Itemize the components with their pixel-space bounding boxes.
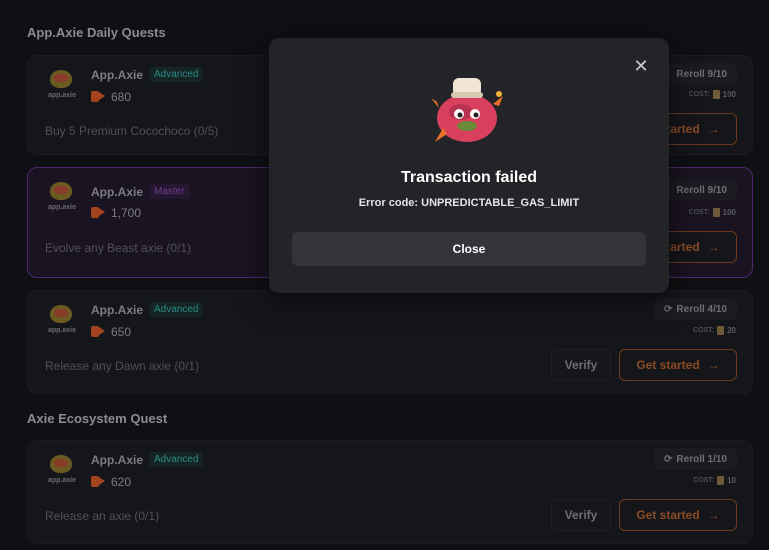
tier-badge: Advanced: [149, 302, 204, 317]
modal-title: Transaction failed: [400, 169, 538, 186]
arrow-right-icon: →: [707, 358, 720, 372]
verify-button[interactable]: Verify: [551, 499, 611, 531]
app-axie-logo: app.axie: [46, 178, 76, 218]
quest-task: Release any Dawn axie (0/1): [45, 359, 200, 373]
tier-badge: Master: [149, 184, 190, 199]
refresh-icon: ⟳: [664, 453, 673, 465]
coin-icon: [712, 90, 720, 99]
app-axie-logo: app.axie: [46, 66, 76, 106]
reroll-cost: COST: 20: [693, 326, 736, 335]
arrow-right-icon: →: [707, 122, 720, 136]
transaction-failed-modal: ✕ Transaction failed Error code: UNPREDI…: [269, 38, 669, 293]
points-icon: [91, 326, 105, 337]
quest-points: 680: [111, 90, 132, 104]
quest-app-name: App.Axie: [91, 185, 144, 199]
points-icon: [91, 91, 105, 102]
close-icon[interactable]: ✕: [633, 57, 649, 75]
points-icon: [91, 207, 105, 218]
quest-task: Buy 5 Premium Cocochoco (0/5): [45, 124, 219, 138]
app-axie-logo: app.axie: [46, 301, 76, 341]
reroll-button[interactable]: Reroll 9/10: [666, 63, 737, 85]
quest-app-name: App.Axie: [91, 453, 144, 467]
tier-badge: Advanced: [149, 67, 204, 82]
quest-card: app.axie App.Axie Advanced 620 Release a…: [27, 440, 753, 544]
reroll-cost: COST: 10: [693, 476, 736, 485]
reroll-cost: COST: 100: [688, 208, 736, 217]
get-started-button[interactable]: Get started→: [619, 349, 737, 381]
coin-icon: [717, 476, 725, 485]
refresh-icon: ⟳: [664, 303, 673, 315]
quest-points: 1,700: [111, 206, 142, 220]
axie-mascot-image: [431, 78, 503, 142]
quest-points: 620: [111, 475, 132, 489]
coin-icon: [717, 326, 725, 335]
daily-quests-title: App.Axie Daily Quests: [27, 25, 166, 40]
points-icon: [91, 476, 105, 487]
reroll-cost: COST: 100: [688, 90, 736, 99]
reroll-button[interactable]: ⟳ Reroll 4/10: [654, 298, 737, 320]
quest-app-name: App.Axie: [91, 68, 144, 82]
quest-card: app.axie App.Axie Advanced 650 Release a…: [27, 290, 753, 394]
get-started-button[interactable]: Get started→: [619, 499, 737, 531]
quest-task: Evolve any Beast axie (0/1): [45, 241, 192, 255]
reroll-button[interactable]: Reroll 9/10: [666, 179, 737, 201]
quest-app-name: App.Axie: [91, 303, 144, 317]
arrow-right-icon: →: [707, 508, 720, 522]
coin-icon: [712, 208, 720, 217]
quest-points: 650: [111, 325, 132, 339]
verify-button[interactable]: Verify: [551, 349, 611, 381]
reroll-button[interactable]: ⟳ Reroll 1/10: [654, 448, 737, 470]
ecosystem-quest-title: Axie Ecosystem Quest: [27, 411, 168, 426]
arrow-right-icon: →: [707, 240, 720, 254]
modal-error-message: Error code: UNPREDICTABLE_GAS_LIMIT: [358, 197, 580, 209]
tier-badge: Advanced: [149, 452, 204, 467]
quests-page: App.Axie Daily Quests app.axie App.Axie …: [0, 0, 769, 550]
close-button[interactable]: Close: [292, 232, 646, 266]
app-axie-logo: app.axie: [46, 451, 76, 491]
quest-task: Release an axie (0/1): [45, 509, 160, 523]
